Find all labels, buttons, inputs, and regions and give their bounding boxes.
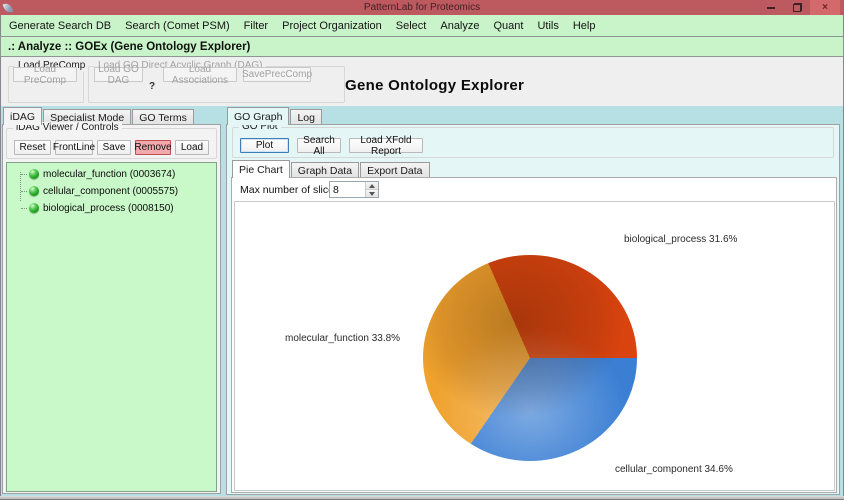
load-dag-group: Load GO Direct Acyclic Graph (DAG) Load … [88, 66, 345, 103]
breadcrumb: .: Analyze :: GOEx (Gene Ontology Explor… [0, 36, 844, 57]
frontline-button[interactable]: FrontLine [55, 140, 93, 155]
menu-select[interactable]: Select [396, 20, 427, 32]
menu-quant[interactable]: Quant [494, 20, 524, 32]
window-bottom-edge [0, 496, 844, 500]
tree-item-biological-process[interactable]: biological_process (0008150) [7, 201, 216, 215]
go-node-icon [29, 169, 39, 179]
tab-go-terms[interactable]: GO Terms [132, 109, 194, 125]
pie-label-molecular-function: molecular_function 33.8% [285, 333, 400, 344]
page-title: Gene Ontology Explorer [345, 77, 524, 94]
menu-generate-search-db[interactable]: Generate Search DB [9, 20, 111, 32]
window-title: PatternLab for Proteomics [0, 2, 844, 13]
tab-pie-chart[interactable]: Pie Chart [232, 160, 290, 178]
minimize-button[interactable] [758, 0, 784, 15]
save-preccomp-button[interactable]: SavePrecComp [243, 67, 311, 82]
left-tab-control: iDAG Specialist Mode GO Terms iDAG Viewe… [2, 107, 221, 495]
menu-analyze[interactable]: Analyze [440, 20, 479, 32]
search-all-button[interactable]: Search All [297, 138, 341, 153]
idag-tab-page: iDAG Viewer / Controls Reset FrontLine S… [2, 124, 221, 494]
menu-bar: Generate Search DB Search (Comet PSM) Fi… [0, 15, 844, 36]
pie-chart-panel: biological_process 31.6% molecular_funct… [234, 201, 835, 491]
right-tab-control: GO Graph Log GO Plot Plot Search All Loa… [226, 107, 840, 495]
help-question-label: ? [149, 81, 155, 92]
max-slices-label: Max number of slices [240, 184, 339, 196]
stepper-down-button[interactable] [366, 190, 378, 197]
pie-chart [423, 255, 637, 461]
minimize-icon [767, 7, 775, 9]
arrow-up-icon [369, 184, 375, 188]
restore-icon [793, 3, 802, 12]
pie-label-cellular-component: cellular_component 34.6% [615, 464, 733, 475]
remove-button[interactable]: Remove [135, 140, 171, 155]
go-node-icon [29, 203, 39, 213]
reset-button[interactable]: Reset [14, 140, 51, 155]
title-bar[interactable]: PatternLab for Proteomics × [0, 0, 844, 15]
tree-item-molecular-function[interactable]: molecular_function (0003674) [7, 167, 216, 181]
menu-search-comet-psm[interactable]: Search (Comet PSM) [125, 20, 230, 32]
tab-log[interactable]: Log [290, 109, 322, 125]
content-area: iDAG Specialist Mode GO Terms iDAG Viewe… [0, 106, 844, 496]
pie-label-biological-process: biological_process 31.6% [624, 234, 737, 245]
go-node-icon [29, 186, 39, 196]
save-button[interactable]: Save [97, 140, 131, 155]
max-slices-input[interactable] [330, 182, 365, 197]
tree-item-cellular-component[interactable]: cellular_component (0005575) [7, 184, 216, 198]
tab-idag[interactable]: iDAG [3, 107, 42, 125]
idag-controls-group: iDAG Viewer / Controls Reset FrontLine S… [6, 128, 217, 159]
toolbar: Load PreComp Load PreComp Load GO Direct… [0, 57, 844, 106]
app-window: PatternLab for Proteomics × Generate Sea… [0, 0, 844, 500]
load-precomp-button[interactable]: Load PreComp [13, 67, 77, 82]
tab-graph-data[interactable]: Graph Data [291, 162, 359, 178]
go-graph-tab-page: GO Plot Plot Search All Load XFold Repor… [226, 124, 840, 495]
load-go-dag-button[interactable]: Load GO DAG [94, 67, 143, 82]
close-button[interactable]: × [810, 0, 840, 15]
restore-button[interactable] [784, 0, 810, 15]
menu-filter[interactable]: Filter [244, 20, 268, 32]
tree-connector [21, 174, 27, 175]
plot-tab-strip: Pie Chart Graph Data Export Data [232, 160, 431, 178]
load-associations-button[interactable]: Load Associations [163, 67, 237, 82]
breadcrumb-text: .: Analyze :: GOEx (Gene Ontology Explor… [8, 41, 250, 53]
go-term-tree: molecular_function (0003674) cellular_co… [6, 162, 217, 492]
max-slices-stepper [329, 181, 379, 198]
right-tab-strip: GO Graph Log [227, 107, 323, 125]
load-precomp-group: Load PreComp Load PreComp [8, 66, 84, 103]
menu-utils[interactable]: Utils [537, 20, 558, 32]
menu-project-organization[interactable]: Project Organization [282, 20, 382, 32]
stepper-up-button[interactable] [366, 182, 378, 190]
tab-export-data[interactable]: Export Data [360, 162, 429, 178]
arrow-down-icon [369, 192, 375, 196]
plot-tab-control: Pie Chart Graph Data Export Data Max num… [231, 160, 837, 493]
go-plot-group: GO Plot Plot Search All Load XFold Repor… [232, 127, 834, 158]
tree-connector [21, 208, 27, 209]
plot-button[interactable]: Plot [240, 138, 289, 153]
menu-help[interactable]: Help [573, 20, 596, 32]
pie-chart-tab-page: Max number of slices biological_process … [231, 177, 837, 493]
tree-connector [21, 191, 27, 192]
load-button[interactable]: Load [175, 140, 209, 155]
tab-go-graph[interactable]: GO Graph [227, 107, 289, 125]
load-xfold-report-button[interactable]: Load XFold Report [349, 138, 423, 153]
